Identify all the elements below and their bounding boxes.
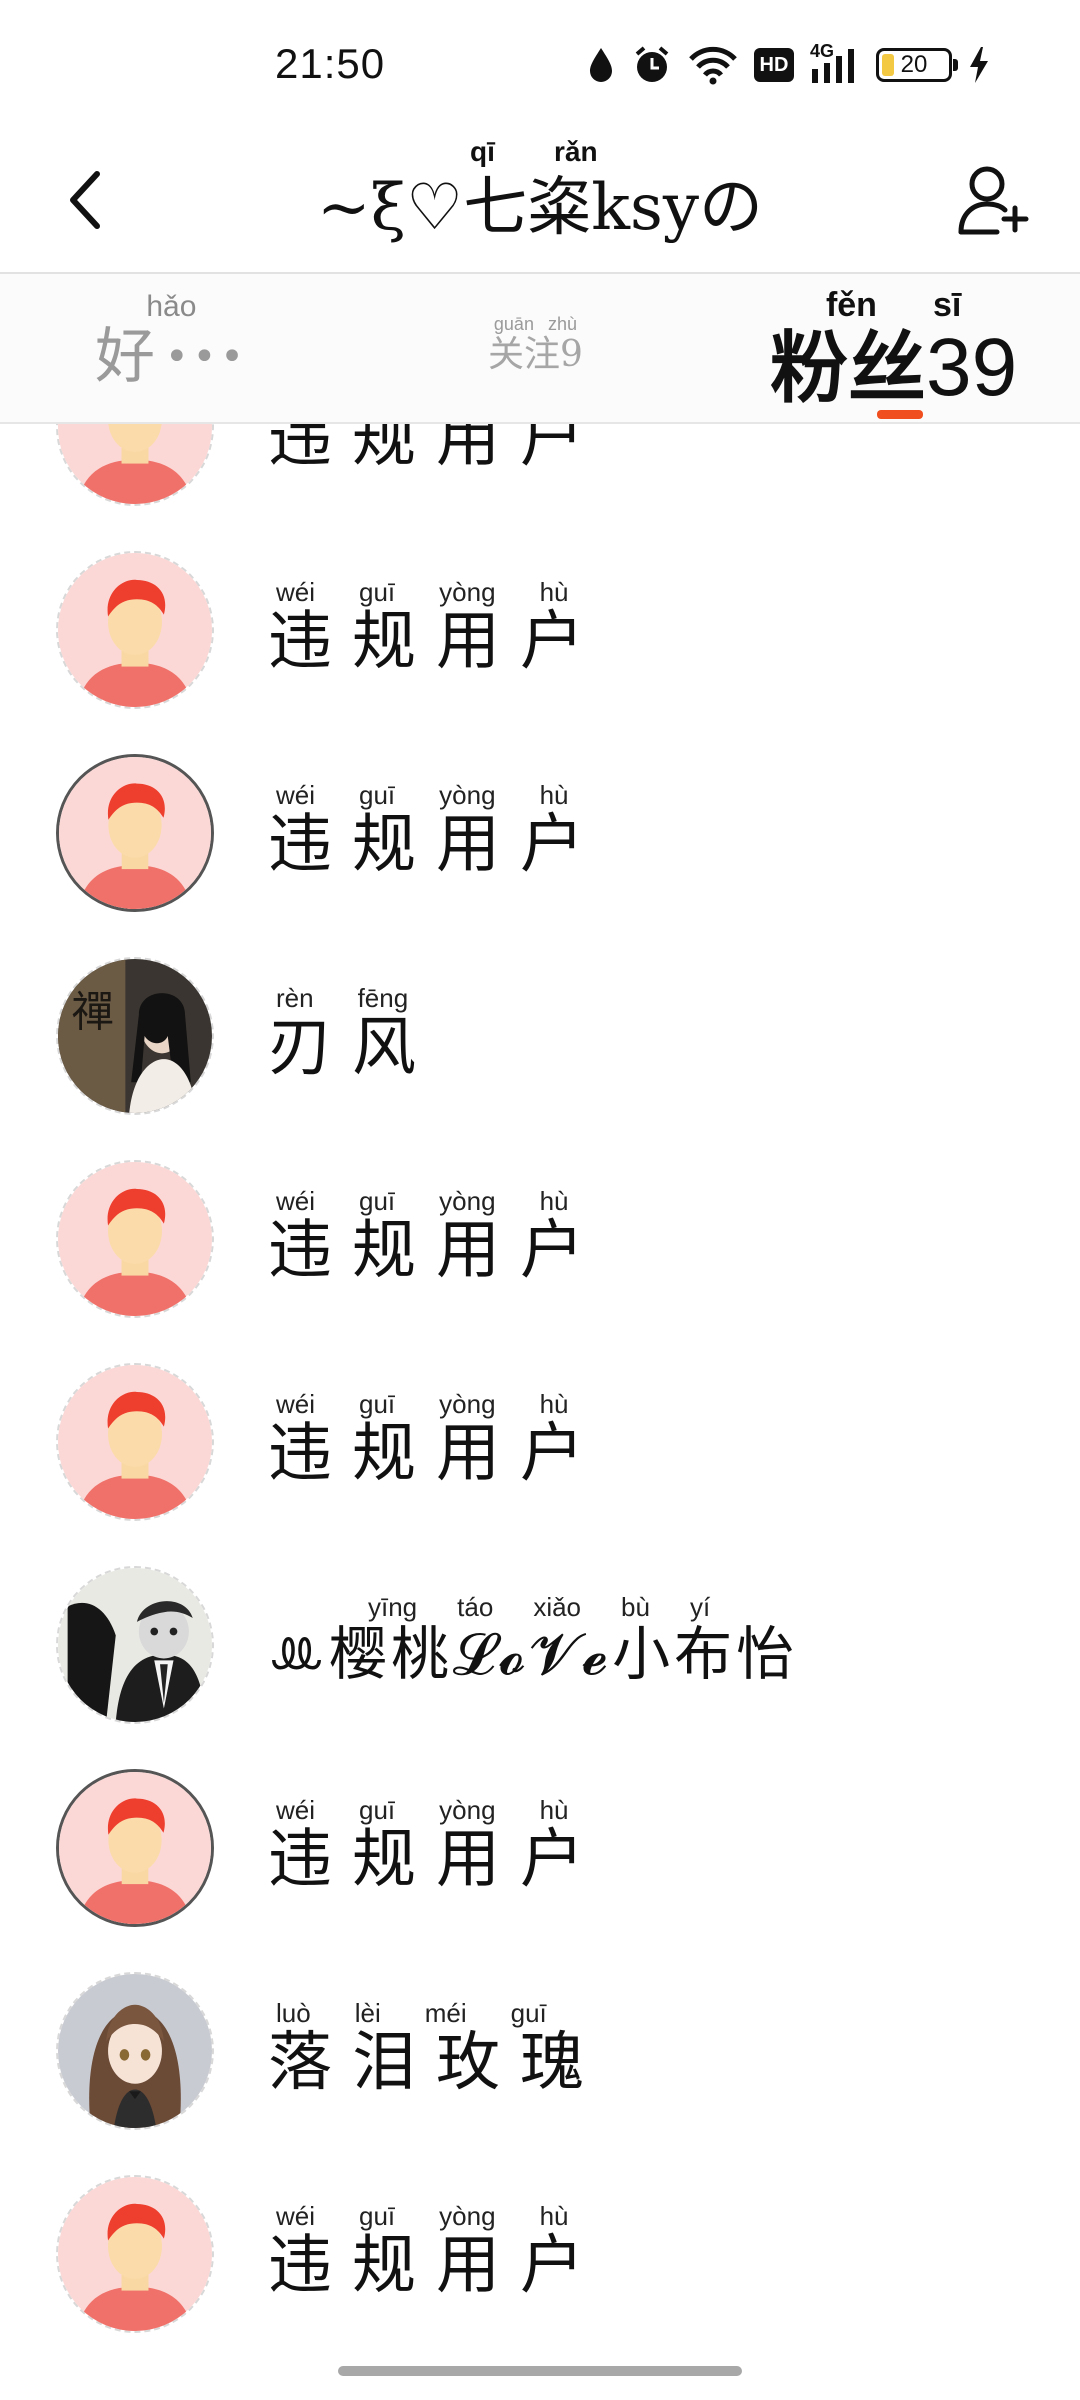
more-dots: ••• bbox=[165, 334, 248, 380]
avatar[interactable] bbox=[56, 1160, 214, 1318]
tab-fans-pinyin: fěn sī bbox=[825, 286, 962, 324]
charging-icon bbox=[970, 47, 988, 83]
wifi-icon bbox=[689, 46, 737, 85]
tab-fans[interactable]: fěn sī 粉丝39 bbox=[770, 286, 1017, 411]
page-title: ~ξ♡七粢ksyの bbox=[316, 171, 764, 245]
user-name-block: wéiguīyònghù违规用户 bbox=[268, 780, 604, 879]
user-name-block: wéiguīyònghù违规用户 bbox=[268, 424, 604, 473]
avatar[interactable] bbox=[56, 1363, 214, 1521]
user-name: 刃风 bbox=[268, 1011, 436, 1085]
status-bar: 21:50 HD 4G 20 bbox=[0, 0, 1080, 130]
title-pinyin-qi: qī bbox=[470, 136, 495, 167]
list-item[interactable]: wéiguīyònghù违规用户 bbox=[0, 529, 1080, 732]
add-user-icon bbox=[958, 166, 1029, 235]
tab-following-pinyin: guān zhù bbox=[493, 314, 577, 334]
user-name: 落泪玫瑰 bbox=[268, 2026, 604, 2100]
user-name: 违规用户 bbox=[268, 1823, 604, 1897]
tab-following-label: 关注9 bbox=[488, 334, 583, 375]
user-name: 违规用户 bbox=[268, 1214, 604, 1288]
water-drop-icon bbox=[590, 48, 612, 82]
avatar[interactable] bbox=[56, 1972, 214, 2130]
home-indicator[interactable] bbox=[338, 2366, 742, 2376]
status-time: 21:50 bbox=[275, 40, 386, 87]
user-name-block: wéiguīyònghù违规用户 bbox=[268, 1795, 604, 1894]
list-item[interactable]: luò lèi méi guī 落泪玫瑰 bbox=[0, 1950, 1080, 2153]
fans-list[interactable]: wéiguīyònghù违规用户 wéiguīyònghù违规用户 wéiguīyò… bbox=[0, 424, 1080, 2400]
chevron-left-icon bbox=[70, 171, 100, 229]
list-item[interactable]: wéiguīyònghù违规用户 bbox=[0, 2153, 1080, 2356]
tab-fans-label: 粉丝39 bbox=[770, 322, 1018, 414]
list-item[interactable]: wéiguīyònghù违规用户 bbox=[0, 1138, 1080, 1341]
user-name-block: wéiguīyònghù违规用户 bbox=[268, 1389, 604, 1488]
list-item[interactable]: wéiguīyònghù违规用户 bbox=[0, 732, 1080, 935]
active-tab-indicator bbox=[877, 410, 923, 419]
avatar[interactable] bbox=[56, 1769, 214, 1927]
fans-list-inner: wéiguīyònghù违规用户 wéiguīyònghù违规用户 wéiguīyò… bbox=[0, 424, 1080, 2356]
list-item[interactable]: 禪 rèn fēng 刃风 bbox=[0, 935, 1080, 1138]
tab-bar: hǎo 好 ••• guān zhù 关注9 fěn sī 粉丝39 bbox=[0, 274, 1080, 422]
back-button[interactable] bbox=[50, 158, 120, 242]
avatar[interactable]: 禪 bbox=[56, 957, 214, 1115]
avatar[interactable] bbox=[56, 754, 214, 912]
user-name-block: wéiguīyònghù违规用户 bbox=[268, 1186, 604, 1285]
signal-icon: 4G bbox=[810, 41, 860, 85]
header: ~ξ♡七粢ksyの qī rǎn bbox=[0, 130, 1080, 270]
list-item[interactable]: wéiguīyònghù违规用户 bbox=[0, 1341, 1080, 1544]
avatar[interactable] bbox=[56, 1566, 214, 1724]
tab-friends-pinyin: hǎo bbox=[146, 290, 197, 323]
title-pinyin-ran: rǎn bbox=[554, 136, 598, 167]
tab-friends-label: 好 ••• bbox=[95, 322, 248, 392]
svg-text:禪: 禪 bbox=[71, 987, 113, 1036]
alarm-icon bbox=[635, 46, 669, 82]
user-name-block: luò lèi méi guī 落泪玫瑰 bbox=[268, 1998, 604, 2097]
list-item[interactable]: wéiguīyònghù违规用户 bbox=[0, 424, 1080, 529]
avatar[interactable] bbox=[56, 551, 214, 709]
add-friend-button[interactable] bbox=[950, 155, 1040, 245]
status-icons: HD 4G 20 bbox=[586, 40, 990, 90]
user-name-block: rèn fēng 刃风 bbox=[268, 983, 436, 1082]
user-name: 违规用户 bbox=[268, 2229, 604, 2303]
user-name-block: wéiguīyònghù违规用户 bbox=[268, 2201, 604, 2300]
user-name: ꔛ樱桃𝓛𝓸𝓥𝓮小布怡 bbox=[268, 1620, 799, 1688]
avatar[interactable] bbox=[56, 2175, 214, 2333]
user-name: 违规用户 bbox=[268, 424, 604, 476]
hd-badge: HD bbox=[754, 48, 794, 82]
user-name-block: wéiguīyònghù违规用户 bbox=[268, 577, 604, 676]
tab-following[interactable]: guān zhù 关注9 bbox=[488, 314, 583, 375]
list-item[interactable]: yīng táo xiǎo bù yí ꔛ樱桃𝓛𝓸𝓥𝓮小布怡 bbox=[0, 1544, 1080, 1747]
battery-icon: 20 bbox=[876, 48, 958, 82]
user-name-block: yīng táo xiǎo bù yí ꔛ樱桃𝓛𝓸𝓥𝓮小布怡 bbox=[268, 1592, 798, 1685]
user-name: 违规用户 bbox=[268, 808, 604, 882]
user-name: 违规用户 bbox=[268, 605, 604, 679]
tab-friends[interactable]: hǎo 好 ••• bbox=[95, 290, 248, 390]
avatar[interactable] bbox=[56, 424, 214, 506]
list-item[interactable]: wéiguīyònghù违规用户 bbox=[0, 1747, 1080, 1950]
fans-count: 39 bbox=[926, 322, 1018, 413]
user-name: 违规用户 bbox=[268, 1417, 604, 1491]
